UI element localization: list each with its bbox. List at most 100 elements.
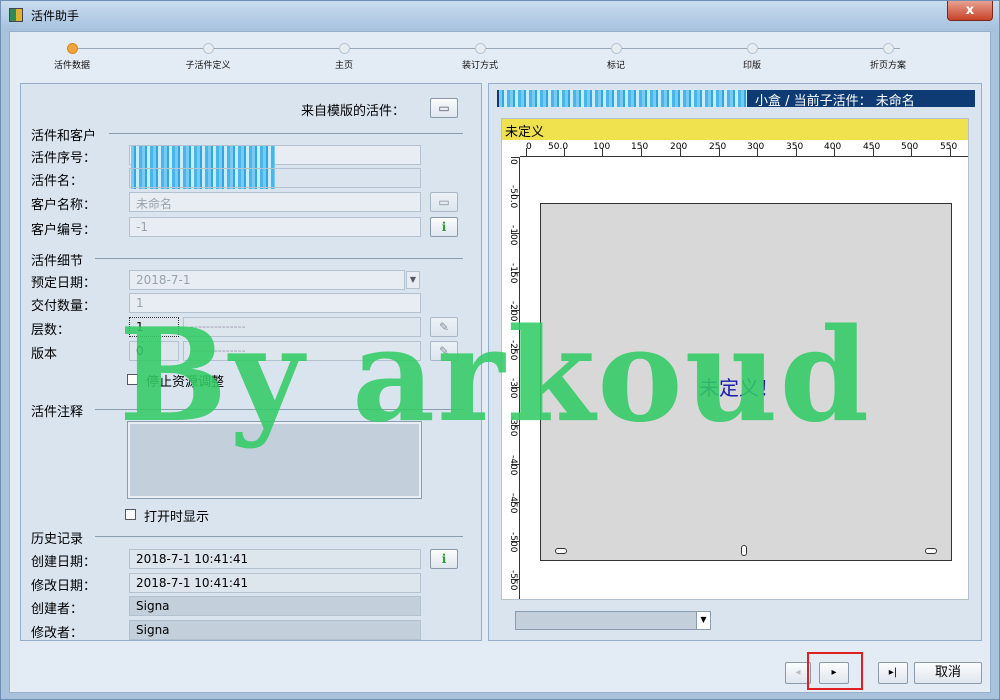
- customer-number-field[interactable]: -1: [129, 217, 421, 237]
- history-info-button[interactable]: i: [430, 549, 458, 569]
- customer-number-label: 客户编号：: [31, 223, 97, 238]
- show-on-open-checkbox[interactable]: [125, 509, 136, 520]
- divider: [95, 258, 463, 259]
- ruler-label: -450: [508, 493, 518, 514]
- ruler-label: -500: [508, 532, 518, 553]
- resize-handle[interactable]: [925, 548, 937, 554]
- ruler-label: -100: [508, 225, 518, 246]
- redacted-area: [499, 90, 747, 107]
- step-dot: [746, 43, 758, 54]
- edit-icon: ✎: [438, 344, 450, 358]
- version-edit-button[interactable]: ✎: [430, 341, 458, 361]
- page-sheet[interactable]: 未定义！: [540, 203, 952, 561]
- close-button[interactable]: x: [947, 1, 993, 21]
- ruler-label: -300: [508, 378, 518, 399]
- quantity-label: 交付数量：: [31, 299, 97, 314]
- chevron-down-icon[interactable]: ▼: [406, 271, 420, 289]
- ruler-label: -550: [508, 570, 518, 591]
- layers-label: 层数：: [31, 323, 71, 338]
- version-field[interactable]: 0: [129, 341, 179, 361]
- customer-name-field[interactable]: 未命名: [129, 192, 421, 212]
- template-picker-button[interactable]: ▭: [430, 98, 458, 118]
- step-master-page[interactable]: 主页: [289, 43, 399, 71]
- ruler-label: 50.0: [548, 142, 569, 152]
- ruler-label: 550: [940, 142, 958, 152]
- preview-selector[interactable]: ▼: [515, 611, 711, 630]
- due-date-field[interactable]: 2018-7-1: [129, 270, 405, 290]
- edit-icon: ✎: [438, 320, 450, 334]
- layers-field[interactable]: 1: [129, 317, 179, 337]
- step-subjob-definition[interactable]: 子活件定义: [153, 43, 263, 71]
- step-binding[interactable]: 装订方式: [425, 43, 535, 71]
- step-job-data[interactable]: 活件数据: [17, 43, 127, 71]
- ruler-label: -150: [508, 263, 518, 284]
- modifier-label: 修改者：: [31, 626, 84, 641]
- step-label: 标记: [606, 61, 625, 71]
- customer-picker-button[interactable]: ▭: [430, 192, 458, 212]
- step-label: 印版: [742, 61, 761, 71]
- preview-header-text: 小盒 / 当前子活件： 未命名: [755, 94, 915, 109]
- modifier-field: Signa: [129, 620, 421, 640]
- ruler-label: 300: [747, 142, 765, 152]
- ruler-label: 450: [863, 142, 881, 152]
- ruler-label: 100: [593, 142, 611, 152]
- preview-panel: 小盒 / 当前子活件： 未命名 未定义 0 50.0 100 150 200 2…: [488, 83, 982, 641]
- client-area: 活件数据 子活件定义 主页 装订方式 标记 印版 折页方案 来自模版的活件： ▭…: [9, 31, 991, 693]
- created-date-field: 2018-7-1 10:41:41: [129, 549, 421, 569]
- step-dot: [338, 43, 350, 54]
- ruler-label: 0: [526, 142, 532, 152]
- notes-textarea[interactable]: [127, 421, 422, 499]
- divider: [95, 536, 463, 537]
- template-label: 来自模版的活件：: [301, 104, 406, 119]
- step-marks[interactable]: 标记: [561, 43, 671, 71]
- step-plate[interactable]: 印版: [697, 43, 807, 71]
- ruler-label: 0: [508, 159, 518, 165]
- creator-label: 创建者：: [31, 602, 84, 617]
- divider: [109, 133, 463, 134]
- ruler-label: 250: [709, 142, 727, 152]
- modified-date-label: 修改日期：: [31, 579, 97, 594]
- stop-resource-checkbox[interactable]: [127, 374, 138, 385]
- preview-canvas[interactable]: 未定义 0 50.0 100 150 200 250 300 350 400 4…: [501, 118, 969, 600]
- job-name-field[interactable]: [129, 168, 421, 188]
- app-icon: [9, 8, 23, 22]
- cancel-button[interactable]: 取消: [914, 662, 982, 684]
- ruler-label: -350: [508, 416, 518, 437]
- created-date-label: 创建日期：: [31, 555, 97, 570]
- window-title: 活件助手: [31, 9, 80, 23]
- preview-header: 小盒 / 当前子活件： 未命名: [497, 90, 975, 109]
- customer-info-button[interactable]: i: [430, 217, 458, 237]
- step-label: 折页方案: [869, 61, 906, 71]
- resize-handle[interactable]: [555, 548, 567, 554]
- last-step-button[interactable]: ▸|: [878, 662, 908, 684]
- ruler-label: 350: [786, 142, 804, 152]
- due-date-label: 预定日期：: [31, 276, 97, 291]
- monitor-icon: ▭: [438, 101, 450, 115]
- step-folding-scheme[interactable]: 折页方案: [833, 43, 943, 71]
- version-label: 版本: [31, 347, 58, 362]
- layers-edit-button[interactable]: ✎: [430, 317, 458, 337]
- chevron-down-icon[interactable]: ▼: [696, 612, 710, 629]
- layers-combo[interactable]: --------------: [183, 317, 421, 337]
- creator-field: Signa: [129, 596, 421, 616]
- step-dot-active: [66, 43, 78, 54]
- step-label: 活件数据: [53, 61, 90, 71]
- ruler-label: 400: [824, 142, 842, 152]
- info-icon: i: [441, 552, 447, 566]
- undefined-label: 未定义: [502, 119, 968, 140]
- customer-name-label: 客户名称：: [31, 198, 97, 213]
- ruler-tick: [511, 157, 519, 158]
- section-notes: 活件注释: [31, 405, 84, 420]
- ruler-label: -50.0: [508, 185, 518, 209]
- highlight-box: [807, 652, 863, 690]
- step-dot: [882, 43, 894, 54]
- step-label: 主页: [334, 61, 353, 71]
- stop-resource-label: 停止资源调整: [146, 375, 225, 390]
- quantity-field[interactable]: 1: [129, 293, 421, 313]
- resize-handle[interactable]: [741, 545, 747, 556]
- ruler-label: 200: [670, 142, 688, 152]
- version-combo[interactable]: --------------: [183, 341, 421, 361]
- job-name-label: 活件名：: [31, 174, 84, 189]
- step-label: 装订方式: [461, 61, 498, 71]
- wizard-window: 活件助手 x 活件数据 子活件定义 主页 装订方式 标记 印版 折页方案 来自模…: [0, 0, 1000, 700]
